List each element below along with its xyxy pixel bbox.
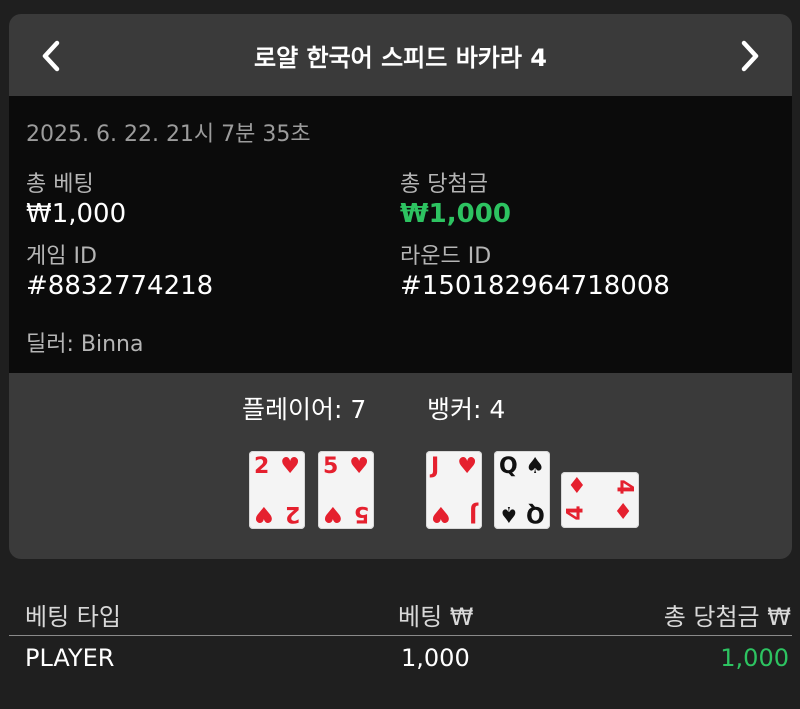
round-details-panel: 로얄 한국어 스피드 바카라 4 2025. 6. 22. 21시 7분 35초… [9,14,792,559]
win-amount-cell: 1,000 [720,644,789,672]
spade-icon: ♠ [499,501,519,526]
chevron-right-icon [741,40,759,72]
banker-score: 뱅커: 4 [427,395,506,424]
player-score: 플레이어: 7 [242,395,367,424]
round-id-value: #150182964718008 [400,271,670,301]
total-bet-value: ₩1,000 [26,199,127,229]
round-datetime: 2025. 6. 22. 21시 7분 35초 [26,122,311,147]
banker-card-3: ♦ 4 4 ♦ [561,472,639,528]
page-title: 로얄 한국어 스피드 바카라 4 [253,44,547,72]
banker-card-2: Q ♠ ♠ Q [494,451,550,529]
bet-type-cell: PLAYER [25,644,115,672]
heart-icon: ♥ [254,501,274,526]
bet-amount-cell: 1,000 [401,644,470,672]
round-info: 2025. 6. 22. 21시 7분 35초 총 베팅 ₩1,000 총 당첨… [9,96,792,373]
dealer-name: 딜러: Binna [26,332,144,357]
table-divider [9,635,792,636]
total-bet-label: 총 베팅 [26,172,94,197]
game-id-value: #8832774218 [26,271,214,301]
heart-icon: ♥ [280,454,300,479]
next-round-button[interactable] [730,36,770,76]
spade-icon: ♠ [525,454,545,479]
heart-icon: ♥ [349,454,369,479]
total-win-value: ₩1,000 [400,199,511,229]
column-header-bet: 베팅 ₩ [398,603,474,631]
column-header-bet-type: 베팅 타입 [25,603,121,631]
diamond-icon: ♦ [613,500,633,525]
heart-icon: ♥ [457,454,477,479]
round-id-label: 라운드 ID [400,244,492,269]
column-header-total-win: 총 당첨금 ₩ [663,603,791,631]
player-card-1: 2 ♥ ♥ 2 [249,451,305,529]
heart-icon: ♥ [323,501,343,526]
chevron-left-icon [42,40,60,72]
game-id-label: 게임 ID [26,244,97,269]
heart-icon: ♥ [431,501,451,526]
player-card-2: 5 ♥ ♥ 5 [318,451,374,529]
diamond-icon: ♦ [567,474,587,499]
banker-card-1: J ♥ ♥ J [426,451,482,529]
header: 로얄 한국어 스피드 바카라 4 [9,14,792,96]
total-win-label: 총 당첨금 [400,172,488,197]
prev-round-button[interactable] [31,36,71,76]
